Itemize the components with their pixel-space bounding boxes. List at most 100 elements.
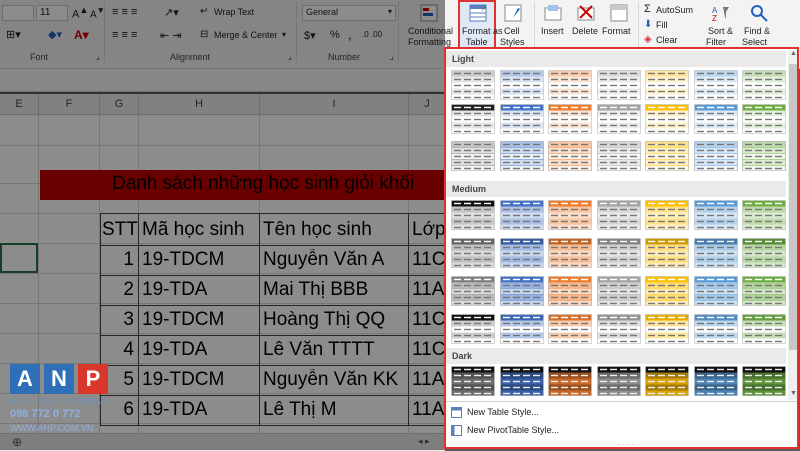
table-style-swatch[interactable] bbox=[451, 104, 495, 134]
column-header-h[interactable]: H bbox=[139, 94, 260, 114]
table-cell-code[interactable]: 19-TDA bbox=[142, 339, 207, 361]
table-style-swatch[interactable] bbox=[451, 141, 495, 171]
autosum-icon[interactable]: Σ bbox=[644, 3, 651, 15]
table-style-swatch[interactable] bbox=[645, 238, 689, 268]
column-header-i[interactable]: I bbox=[260, 94, 409, 114]
merge-dropdown-icon[interactable]: ▾ bbox=[282, 30, 286, 39]
table-style-swatch[interactable] bbox=[742, 200, 786, 230]
table-style-swatch[interactable] bbox=[645, 70, 689, 100]
table-cell-class[interactable]: 11C bbox=[412, 249, 445, 271]
table-style-swatch[interactable] bbox=[451, 238, 495, 268]
scroll-arrows-icon[interactable]: ◂ ▸ bbox=[418, 436, 430, 447]
table-cell-class[interactable]: 11A bbox=[412, 369, 445, 391]
fill-color-icon[interactable]: ◆▾ bbox=[48, 28, 62, 41]
accounting-format-icon[interactable]: $▾ bbox=[304, 29, 316, 42]
table-style-swatch[interactable] bbox=[596, 141, 641, 171]
fill-button[interactable]: Fill bbox=[656, 20, 668, 30]
table-style-swatch[interactable] bbox=[548, 141, 592, 171]
table-style-swatch[interactable] bbox=[499, 200, 544, 230]
sheet-title[interactable]: Danh sách những học sinh giỏi khối bbox=[112, 173, 414, 195]
table-style-swatch[interactable] bbox=[742, 366, 786, 396]
number-dialog-launcher-icon[interactable]: ⌟ bbox=[390, 52, 394, 61]
table-style-gallery[interactable]: Light Medium Dark ▲ ▼ New Table Style...… bbox=[444, 47, 799, 449]
header-stt[interactable]: STT bbox=[102, 219, 138, 241]
column-header-j[interactable]: J bbox=[409, 94, 445, 114]
autosum-button[interactable]: AutoSum bbox=[656, 5, 693, 15]
font-dialog-launcher-icon[interactable]: ⌟ bbox=[96, 52, 100, 61]
scroll-up-icon[interactable]: ▲ bbox=[790, 50, 797, 57]
table-style-swatch[interactable] bbox=[451, 200, 495, 230]
table-style-swatch[interactable] bbox=[451, 366, 495, 396]
table-cell-name[interactable]: Nguyễn Văn KK bbox=[263, 369, 398, 391]
scroll-down-icon[interactable]: ▼ bbox=[790, 390, 797, 397]
table-cell-class[interactable]: 11C bbox=[412, 339, 445, 361]
table-cell-class[interactable]: 11A bbox=[412, 279, 445, 301]
cell-styles-button[interactable]: Cell Styles bbox=[498, 2, 528, 50]
table-style-swatch[interactable] bbox=[548, 200, 592, 230]
decimal-buttons-icon[interactable]: .0 .00 bbox=[362, 30, 382, 39]
comma-style-button[interactable]: , bbox=[348, 27, 352, 42]
format-button[interactable]: Format bbox=[602, 2, 636, 50]
table-style-swatch[interactable] bbox=[548, 314, 592, 344]
insert-button[interactable]: Insert bbox=[538, 2, 568, 50]
table-style-swatch[interactable] bbox=[693, 366, 738, 396]
font-size-box[interactable]: 11 bbox=[36, 5, 68, 21]
table-cell-name[interactable]: Nguyễn Văn A bbox=[263, 249, 384, 271]
wrap-text-button[interactable]: Wrap Text bbox=[214, 7, 254, 17]
borders-icon[interactable]: ⊞▾ bbox=[6, 28, 21, 41]
table-style-swatch[interactable] bbox=[548, 104, 592, 134]
table-cell-code[interactable]: 19-TDCM bbox=[142, 369, 224, 391]
table-style-swatch[interactable] bbox=[596, 238, 641, 268]
conditional-formatting-button[interactable]: Conditional Formatting bbox=[404, 2, 456, 50]
table-style-swatch[interactable] bbox=[742, 276, 786, 306]
resize-grip-icon[interactable]: · · · · bbox=[617, 440, 634, 449]
column-header-g[interactable]: G bbox=[100, 94, 139, 114]
table-style-swatch[interactable] bbox=[499, 314, 544, 344]
formula-bar[interactable] bbox=[0, 69, 445, 92]
table-style-swatch[interactable] bbox=[499, 238, 544, 268]
table-style-swatch[interactable] bbox=[451, 70, 495, 100]
table-style-swatch[interactable] bbox=[693, 276, 738, 306]
fill-icon[interactable]: ⬇ bbox=[644, 19, 652, 30]
format-as-table-button[interactable]: Format as Table bbox=[458, 0, 503, 50]
table-cell-class[interactable]: 11A bbox=[412, 399, 445, 421]
find-select-button[interactable]: Find & Select bbox=[740, 2, 780, 50]
table-cell-name[interactable]: Mai Thị BBB bbox=[263, 279, 368, 301]
table-style-swatch[interactable] bbox=[596, 366, 641, 396]
scroll-thumb[interactable] bbox=[789, 64, 797, 350]
font-name-box[interactable] bbox=[2, 5, 34, 21]
table-style-swatch[interactable] bbox=[693, 104, 738, 134]
indent-icon[interactable]: ⇤ ⇥ bbox=[160, 29, 182, 42]
delete-button[interactable]: Delete bbox=[570, 2, 602, 50]
table-cell-name[interactable]: Hoàng Thị QQ bbox=[263, 309, 385, 331]
table-style-swatch[interactable] bbox=[596, 104, 641, 134]
align-top-icon[interactable]: ≡ ≡ ≡ bbox=[112, 6, 137, 18]
table-style-swatch[interactable] bbox=[693, 141, 738, 171]
table-cell-name[interactable]: Lê Văn TTTT bbox=[263, 339, 375, 361]
table-cell-stt[interactable]: 3 bbox=[100, 309, 134, 331]
font-color-icon[interactable]: A▾ bbox=[74, 28, 89, 42]
decrease-font-icon[interactable]: A▼ bbox=[90, 5, 105, 20]
table-style-swatch[interactable] bbox=[451, 276, 495, 306]
clear-button[interactable]: Clear bbox=[656, 35, 678, 45]
table-cell-stt[interactable]: 2 bbox=[100, 279, 134, 301]
column-header-e[interactable]: E bbox=[0, 94, 39, 114]
table-style-swatch[interactable] bbox=[548, 366, 592, 396]
table-style-swatch[interactable] bbox=[596, 276, 641, 306]
number-format-select[interactable]: General ▾ bbox=[302, 5, 396, 21]
table-style-swatch[interactable] bbox=[645, 314, 689, 344]
table-style-swatch[interactable] bbox=[499, 276, 544, 306]
table-cell-stt[interactable]: 1 bbox=[100, 249, 134, 271]
table-style-swatch[interactable] bbox=[742, 314, 786, 344]
table-style-swatch[interactable] bbox=[693, 238, 738, 268]
table-style-swatch[interactable] bbox=[645, 276, 689, 306]
table-style-swatch[interactable] bbox=[693, 314, 738, 344]
table-style-swatch[interactable] bbox=[693, 70, 738, 100]
table-style-swatch[interactable] bbox=[645, 104, 689, 134]
table-cell-class[interactable]: 11C bbox=[412, 309, 445, 331]
table-cell-code[interactable]: 19-TDA bbox=[142, 399, 207, 421]
table-style-swatch[interactable] bbox=[596, 200, 641, 230]
percent-style-button[interactable]: % bbox=[330, 29, 340, 41]
table-style-swatch[interactable] bbox=[742, 104, 786, 134]
table-style-swatch[interactable] bbox=[596, 70, 641, 100]
